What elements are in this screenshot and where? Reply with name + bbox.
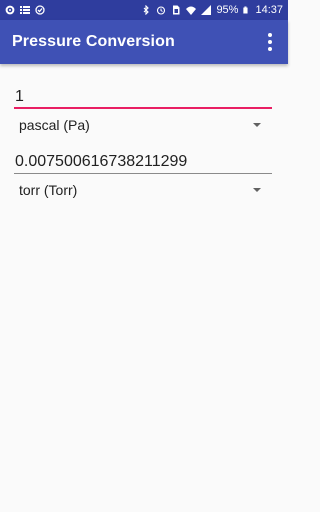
output-underline [14,173,272,174]
wifi-icon [186,6,197,15]
to-unit-label: torr (Torr) [19,182,78,198]
to-unit-spinner[interactable]: torr (Torr) [14,176,272,204]
bluetooth-mute-icon [144,5,150,15]
from-unit-spinner[interactable]: pascal (Pa) [14,111,272,139]
from-unit-label: pascal (Pa) [19,117,90,133]
settings-icon [5,5,15,15]
signal-icon [201,5,212,15]
battery-percent: 95% [216,4,239,16]
input-underline [14,107,272,109]
battery-icon [243,6,249,14]
app-title: Pressure Conversion [12,33,175,50]
more-vert-icon[interactable] [258,30,282,54]
status-bar: 95% 14:37 [0,0,288,20]
alarm-icon [157,6,166,15]
clock: 14:37 [255,4,283,16]
list-icon [20,6,30,14]
output-value-field[interactable] [14,149,272,175]
dropdown-arrow-icon [253,123,261,127]
sync-icon [35,5,45,15]
app-bar: Pressure Conversion [0,20,288,64]
dropdown-arrow-icon [253,188,261,192]
sim-icon [173,5,180,15]
